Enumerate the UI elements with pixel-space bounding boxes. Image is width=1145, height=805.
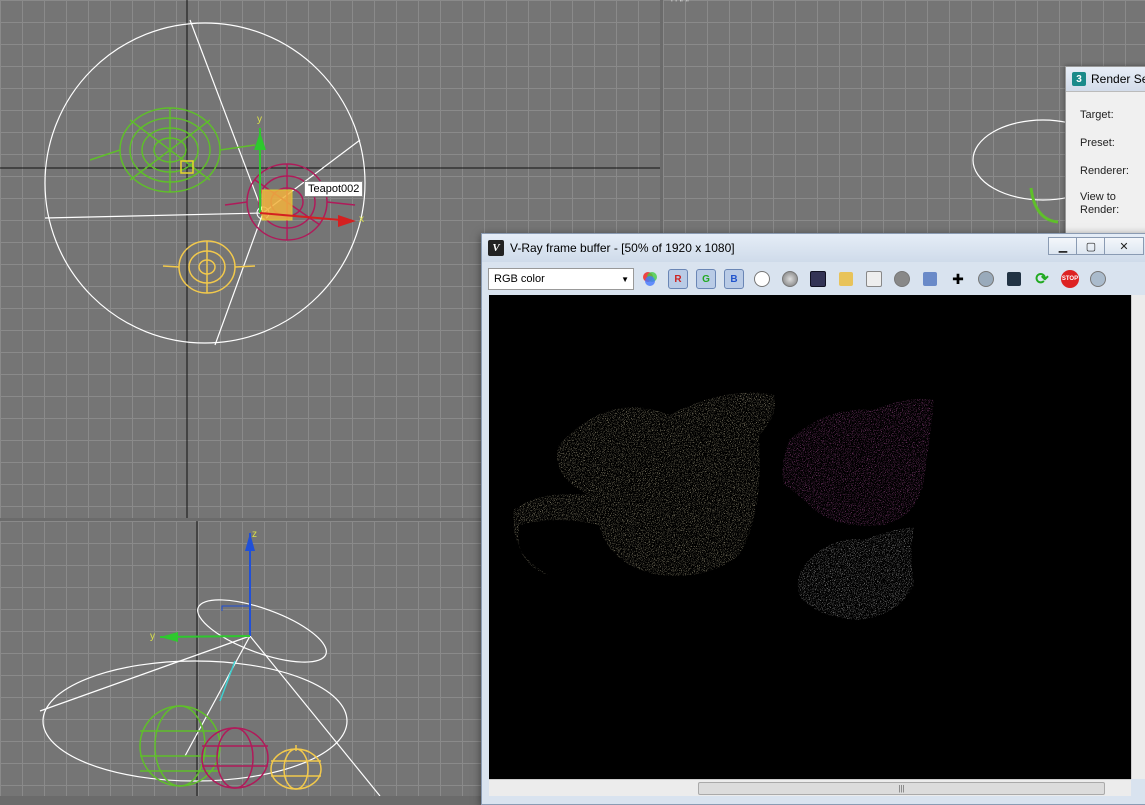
chevron-down-icon: ▼: [621, 274, 629, 284]
view-to-render-label-1: View to: [1080, 191, 1116, 203]
track-mouse-icon[interactable]: ✚: [946, 267, 970, 291]
vfb-titlebar[interactable]: V V-Ray frame buffer - [50% of 1920 x 10…: [482, 234, 1145, 262]
teapot-render-icon[interactable]: [974, 267, 998, 291]
object-name-tooltip: Teapot002: [304, 181, 364, 197]
refresh-render-icon[interactable]: ⟳: [1030, 267, 1054, 291]
white-circle-icon[interactable]: [750, 267, 774, 291]
render-setup-dialog[interactable]: 3 Render Se Target: Preset: Renderer: Vi…: [1065, 66, 1145, 248]
green-channel-button[interactable]: G: [694, 267, 718, 291]
blue-channel-button[interactable]: B: [722, 267, 746, 291]
render-canvas[interactable]: [489, 295, 1131, 779]
vfb-toolbar: RGB color ▼ R G B ✚ ⟳ STOP: [488, 264, 1145, 294]
clear-image-icon[interactable]: [890, 267, 914, 291]
horizontal-scrollbar[interactable]: |||: [489, 779, 1131, 796]
viewport-bottom[interactable]: z y: [0, 521, 481, 796]
color-channels-icon[interactable]: [638, 267, 662, 291]
gray-circle-icon[interactable]: [778, 267, 802, 291]
stop-render-button[interactable]: STOP: [1058, 267, 1082, 291]
green-channel-label: G: [696, 269, 716, 289]
view-to-render-label-2: Render:: [1080, 204, 1120, 216]
render-setup-title: Render Se: [1091, 72, 1145, 86]
svg-text:' ' '' '': ' ' '' '': [671, 0, 689, 8]
gizmo-x-label: x: [359, 214, 364, 225]
rendered-image: [513, 392, 934, 620]
green-teapot-wireframe: [89, 107, 256, 193]
open-folder-icon[interactable]: [834, 267, 858, 291]
channel-select-value: RGB color: [494, 273, 545, 285]
preset-label: Preset:: [1080, 137, 1115, 149]
gizmo-z-label: z: [252, 529, 257, 540]
duplicate-vfb-icon[interactable]: [918, 267, 942, 291]
clipboard-icon[interactable]: [862, 267, 886, 291]
minimize-button[interactable]: ▁: [1048, 237, 1078, 255]
stop-render-label: STOP: [1061, 270, 1079, 288]
channel-select[interactable]: RGB color ▼: [488, 268, 634, 290]
viewport-bottom-scene: z y: [39, 521, 381, 796]
vray-logo-icon: V: [488, 240, 504, 256]
teapot-icon[interactable]: [1086, 267, 1110, 291]
gizmo-y-label: y: [150, 631, 155, 642]
maximize-button[interactable]: ▢: [1076, 237, 1106, 255]
yellow-teapot-wireframe: [270, 745, 322, 790]
lens-effects-icon[interactable]: [1002, 267, 1026, 291]
close-button[interactable]: ✕: [1104, 237, 1144, 255]
vertical-scrollbar[interactable]: [1131, 295, 1145, 779]
vfb-title: V-Ray frame buffer - [50% of 1920 x 1080…: [510, 241, 735, 255]
blue-channel-label: B: [724, 269, 744, 289]
vray-frame-buffer-window[interactable]: V V-Ray frame buffer - [50% of 1920 x 10…: [481, 233, 1145, 805]
yellow-teapot-wireframe: [162, 240, 256, 294]
render-setup-titlebar[interactable]: 3 Render Se: [1066, 67, 1145, 92]
save-image-icon[interactable]: [806, 267, 830, 291]
gizmo-y-label: y: [257, 114, 262, 125]
horizontal-scroll-thumb[interactable]: |||: [698, 782, 1105, 795]
red-channel-button[interactable]: R: [666, 267, 690, 291]
target-label: Target:: [1080, 109, 1114, 121]
renderer-label: Renderer:: [1080, 165, 1129, 177]
red-channel-label: R: [668, 269, 688, 289]
3dsmax-app-icon: 3: [1072, 72, 1086, 86]
rendered-teapots: [513, 392, 934, 620]
